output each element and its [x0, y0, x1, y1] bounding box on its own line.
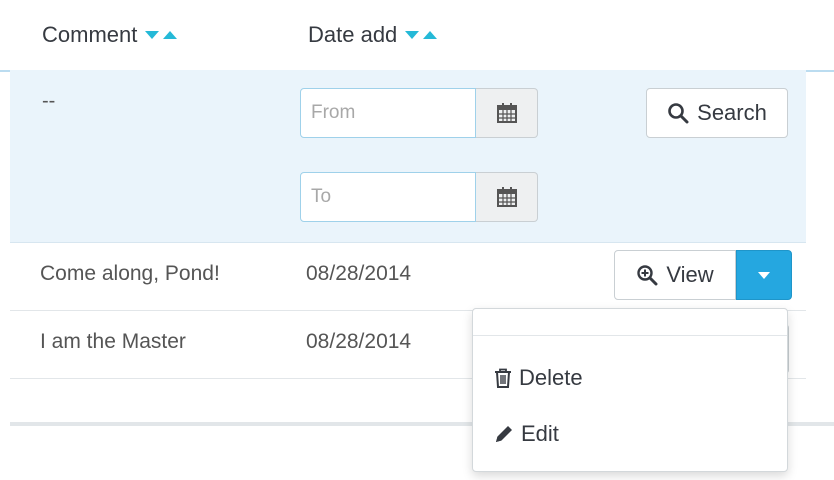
calendar-icon [496, 187, 517, 207]
actions-dropdown-toggle[interactable] [736, 250, 792, 300]
row-date: 08/28/2014 [306, 330, 412, 353]
menu-item-edit[interactable]: Edit [493, 421, 559, 447]
row-date: 08/28/2014 [306, 262, 412, 285]
column-label-comment: Comment [42, 22, 138, 47]
date-to-input[interactable] [300, 172, 476, 222]
date-from-calendar-button[interactable] [476, 88, 538, 138]
menu-divider [473, 335, 787, 336]
sort-asc-icon[interactable] [423, 31, 438, 39]
date-to-calendar-button[interactable] [476, 172, 538, 222]
sort-controls-date-add [405, 31, 438, 39]
search-button[interactable]: Search [646, 88, 788, 138]
menu-item-edit-label: Edit [521, 421, 559, 446]
pencil-icon [496, 426, 512, 442]
table-header: Comment Date add [0, 0, 834, 72]
sort-asc-icon[interactable] [163, 31, 178, 39]
column-header-date-add[interactable]: Date add [308, 22, 438, 48]
search-button-label: Search [697, 100, 767, 125]
table-row: Come along, Pond! 08/28/2014 View [10, 242, 806, 311]
search-icon [668, 103, 689, 124]
menu-item-delete[interactable]: Delete [493, 365, 583, 391]
filter-row: -- Search [10, 70, 806, 243]
sort-controls-comment [145, 31, 178, 39]
caret-down-icon [758, 271, 770, 279]
sort-desc-icon[interactable] [405, 31, 420, 39]
row-comment: I am the Master [40, 330, 186, 353]
column-label-date-add: Date add [308, 22, 398, 47]
sort-desc-icon[interactable] [145, 31, 160, 39]
row-comment: Come along, Pond! [40, 262, 220, 285]
view-button-label: View [666, 262, 714, 287]
calendar-icon [496, 103, 517, 123]
actions-dropdown-menu: Delete Edit [472, 308, 788, 472]
trash-icon [495, 368, 511, 388]
zoom-in-icon [637, 265, 658, 286]
row-actions: View [614, 250, 792, 300]
menu-item-delete-label: Delete [519, 365, 583, 390]
comment-filter-value: -- [42, 90, 56, 112]
date-from-input[interactable] [300, 88, 476, 138]
view-button[interactable]: View [614, 250, 736, 300]
column-header-comment[interactable]: Comment [42, 22, 178, 48]
